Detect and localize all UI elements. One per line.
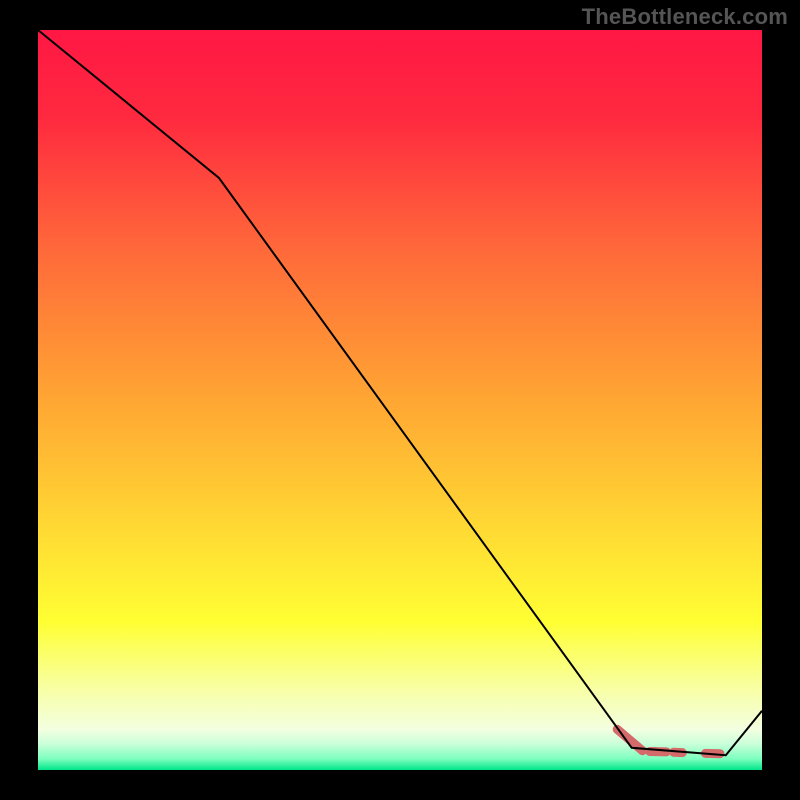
gradient-background	[38, 30, 762, 770]
chart-frame: TheBottleneck.com	[0, 0, 800, 800]
plot-area	[38, 30, 762, 770]
chart-svg	[38, 30, 762, 770]
watermark-text: TheBottleneck.com	[582, 4, 788, 30]
